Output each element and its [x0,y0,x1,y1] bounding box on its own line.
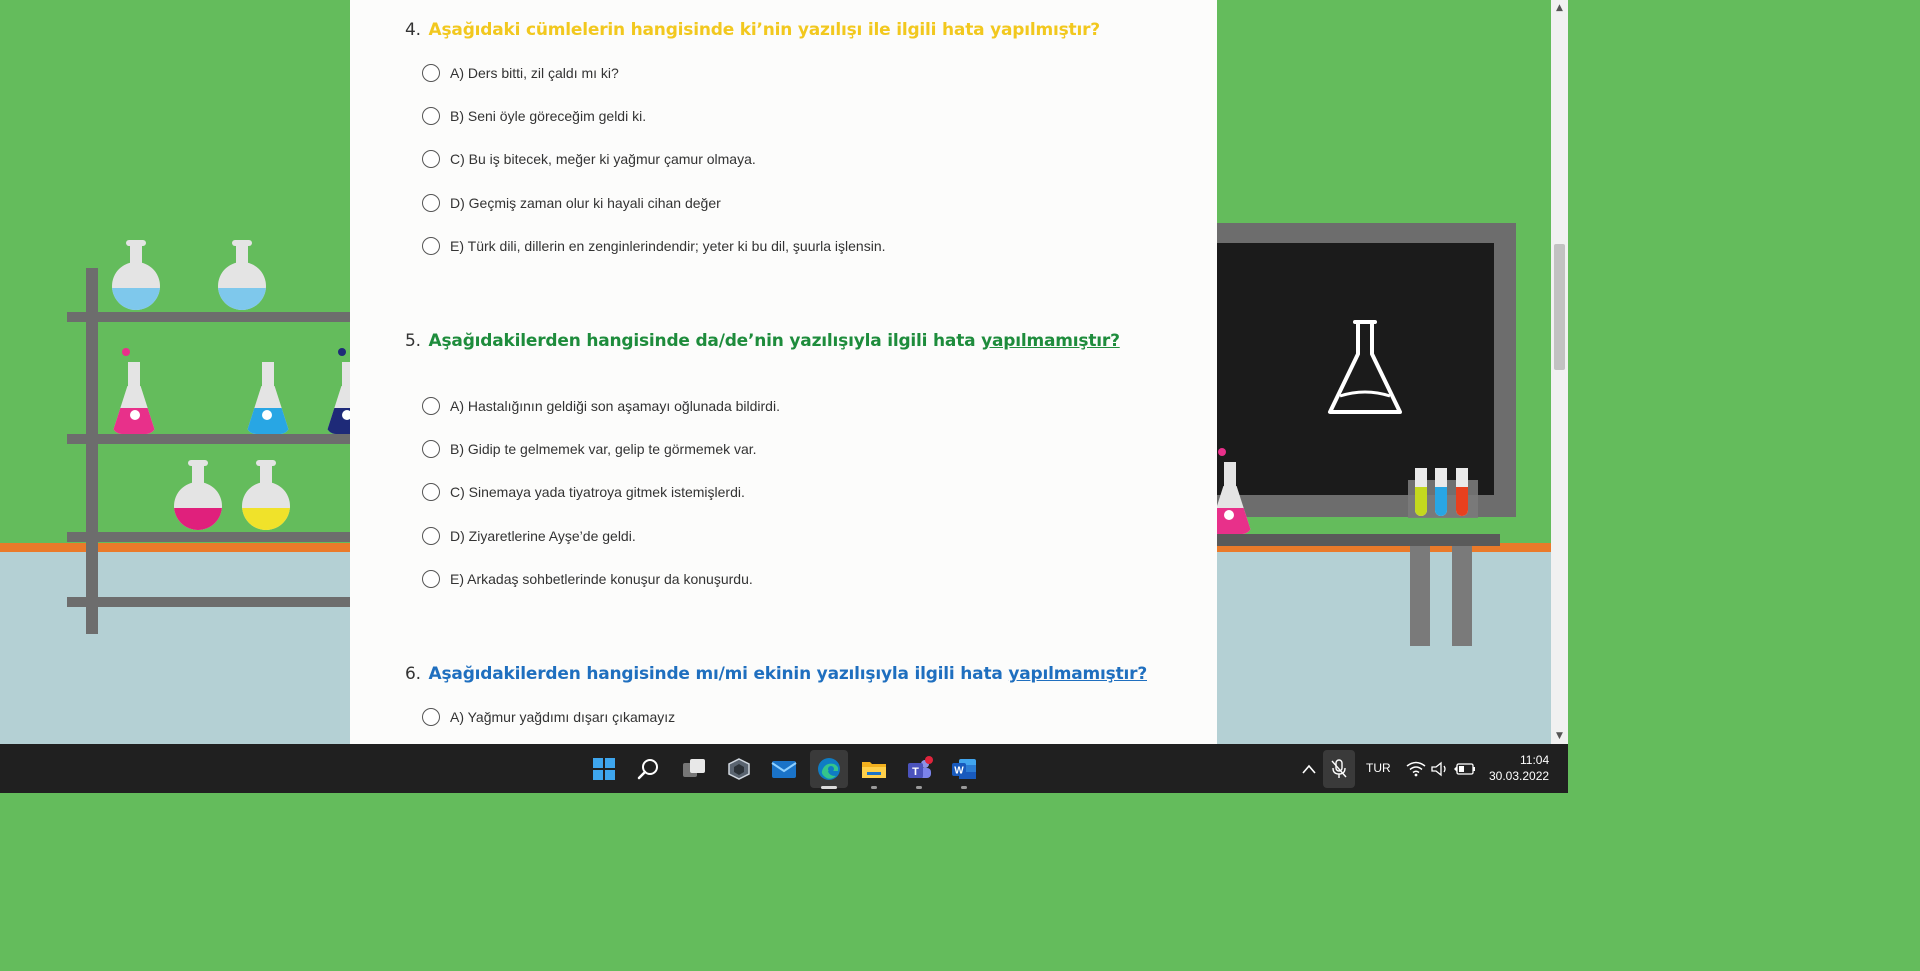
wifi-icon[interactable] [1403,750,1429,788]
option-label: A) Hastalığının geldiği son aşamayı oğlu… [450,398,780,414]
desk-leg [1410,546,1430,646]
flask-icon [242,460,290,532]
mail-icon[interactable] [765,750,803,788]
question-number: 4. [405,20,421,40]
quiz-panel: 4. Aşağıdaki cümlelerin hangisinde ki’ni… [350,0,1217,744]
shelf [67,532,367,542]
radio-button[interactable] [422,440,440,458]
drop [122,348,130,356]
question-4-option-e[interactable]: E) Türk dili, dillerin en zenginlerinden… [422,237,886,255]
test-tube-icon [1435,468,1447,516]
question-5-option-a[interactable]: A) Hastalığının geldiği son aşamayı oğlu… [422,397,780,415]
shelf [67,312,367,322]
open-indicator [916,786,922,789]
teams-icon[interactable]: T [900,750,938,788]
option-label: E) Türk dili, dillerin en zenginlerinden… [450,238,886,254]
question-4-option-d[interactable]: D) Geçmiş zaman olur ki hayali cihan değ… [422,194,721,212]
start-icon[interactable] [585,750,623,788]
radio-button[interactable] [422,64,440,82]
question-number: 6. [405,664,421,684]
active-indicator [821,786,837,789]
question-text: Aşağıdaki cümlelerin hangisinde ki’nin y… [428,20,1101,40]
shelf [67,434,367,444]
scroll-down-icon[interactable]: ▼ [1551,728,1568,744]
radio-button[interactable] [422,107,440,125]
microphone-muted-icon[interactable] [1323,750,1355,788]
radio-button[interactable] [422,194,440,212]
question-4-option-b[interactable]: B) Seni öyle göreceğim geldi ki. [422,107,646,125]
flask-drawing-icon [1328,320,1402,414]
scroll-thumb[interactable] [1554,244,1565,370]
taskbar: T W TUR 11:04 30.03.2022 [0,744,1568,793]
question-4-option-a[interactable]: A) Ders bitti, zil çaldı mı ki? [422,64,619,82]
edge-icon[interactable] [810,750,848,788]
question-5-option-d[interactable]: D) Ziyaretlerine Ayşe’de geldi. [422,527,636,545]
chevron-up-icon[interactable] [1292,750,1326,788]
question-6-option-a[interactable]: A) Yağmur yağdımı dışarı çıkamayız [422,708,675,726]
desk-leg [1452,546,1472,646]
option-label: D) Ziyaretlerine Ayşe’de geldi. [450,528,636,544]
question-text: Aşağıdakilerden hangisinde mı/mi ekinin … [428,664,1148,684]
search-icon[interactable] [630,750,668,788]
option-label: A) Ders bitti, zil çaldı mı ki? [450,65,619,81]
radio-button[interactable] [422,527,440,545]
open-indicator [961,786,967,789]
radio-button[interactable] [422,570,440,588]
clock-date[interactable]: 30.03.2022 [1489,769,1549,783]
app-icon[interactable] [720,750,758,788]
battery-icon[interactable] [1453,750,1477,788]
file-explorer-icon[interactable] [855,750,893,788]
svg-text:T: T [912,766,919,778]
option-label: C) Bu iş bitecek, meğer ki yağmur çamur … [450,151,756,167]
flask-icon [246,362,290,434]
question-5-option-e[interactable]: E) Arkadaş sohbetlerinde konuşur da konu… [422,570,753,588]
flask-icon [174,460,222,532]
flask-icon [112,362,156,434]
option-label: B) Gidip te gelmemek var, gelip te görme… [450,441,757,457]
option-label: E) Arkadaş sohbetlerinde konuşur da konu… [450,571,753,587]
volume-icon[interactable] [1428,750,1452,788]
shelf-post [86,268,98,634]
radio-button[interactable] [422,150,440,168]
clock-time[interactable]: 11:04 [1520,753,1549,767]
option-label: C) Sinemaya yada tiyatroya gitmek istemi… [450,484,745,500]
svg-text:W: W [954,766,964,777]
vertical-scrollbar[interactable]: ▲ ▼ [1551,0,1568,744]
test-tube-icon [1456,468,1468,516]
question-text: Aşağıdakilerden hangisinde da/de’nin yaz… [428,331,1120,351]
flask-icon [218,240,266,312]
language-indicator[interactable]: TUR [1366,761,1391,775]
question-4-option-c[interactable]: C) Bu iş bitecek, meğer ki yağmur çamur … [422,150,756,168]
word-icon[interactable]: W [945,750,983,788]
drop [1218,448,1226,456]
question-5-option-b[interactable]: B) Gidip te gelmemek var, gelip te görme… [422,440,757,458]
option-label: A) Yağmur yağdımı dışarı çıkamayız [450,709,676,725]
drop [338,348,346,356]
shelf [67,597,367,607]
radio-button[interactable] [422,237,440,255]
flask-icon [112,240,160,312]
open-indicator [871,786,877,789]
test-tube-icon [1415,468,1427,516]
question-5-title: 5. Aşağıdakilerden hangisinde da/de’nin … [405,331,1120,351]
radio-button[interactable] [422,397,440,415]
option-label: D) Geçmiş zaman olur ki hayali cihan değ… [450,195,721,211]
scroll-up-icon[interactable]: ▲ [1551,0,1568,16]
option-label: B) Seni öyle göreceğim geldi ki. [450,108,647,124]
question-6-title: 6. Aşağıdakilerden hangisinde mı/mi ekin… [405,664,1147,684]
question-4-title: 4. Aşağıdaki cümlelerin hangisinde ki’ni… [405,20,1100,40]
question-5-option-c[interactable]: C) Sinemaya yada tiyatroya gitmek istemi… [422,483,745,501]
radio-button[interactable] [422,483,440,501]
task-view-icon[interactable] [675,750,713,788]
question-number: 5. [405,331,421,351]
desk [1190,534,1500,546]
radio-button[interactable] [422,708,440,726]
